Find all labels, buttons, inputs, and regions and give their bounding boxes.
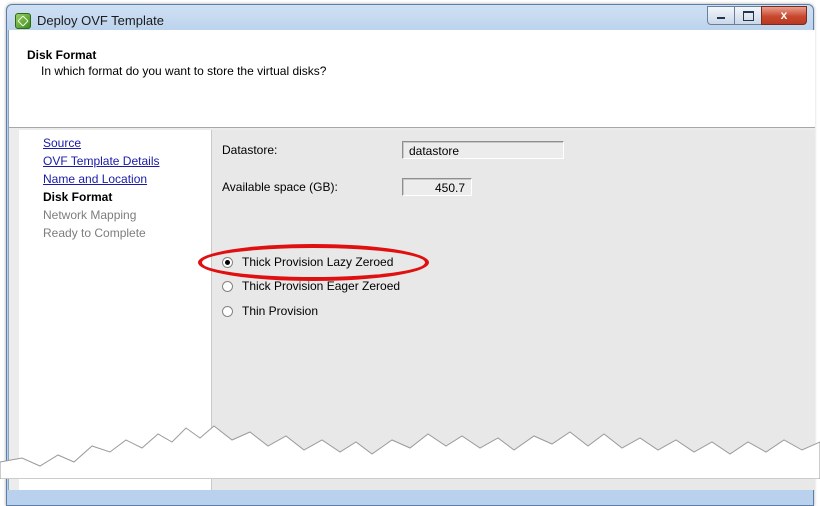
- available-space-field: 450.7: [402, 178, 472, 196]
- wizard-header: Disk Format In which format do you want …: [9, 30, 815, 128]
- vsphere-app-icon: [15, 13, 31, 29]
- page-title: Disk Format: [27, 48, 97, 62]
- datastore-label: Datastore:: [222, 143, 278, 157]
- nav-step-disk-format: Disk Format: [43, 190, 113, 204]
- radio-unselected-icon: [222, 280, 233, 292]
- nav-step-name-and-location[interactable]: Name and Location: [43, 172, 147, 186]
- wizard-steps-nav: Source OVF Template Details Name and Loc…: [19, 130, 212, 490]
- highlight-ellipse: [198, 244, 429, 281]
- window-title: Deploy OVF Template: [37, 13, 164, 28]
- available-space-label: Available space (GB):: [222, 180, 338, 194]
- radio-thin-provision[interactable]: Thin Provision: [222, 303, 318, 319]
- radio-label: Thin Provision: [242, 304, 319, 318]
- minimize-button[interactable]: [707, 6, 735, 25]
- window-controls: x: [707, 6, 807, 25]
- nav-step-ovf-template-details[interactable]: OVF Template Details: [43, 154, 160, 168]
- close-button[interactable]: x: [761, 6, 807, 25]
- minimize-icon: [717, 17, 725, 19]
- nav-step-ready-to-complete: Ready to Complete: [43, 226, 146, 240]
- maximize-icon: [743, 11, 754, 21]
- page-subtitle: In which format do you want to store the…: [41, 64, 327, 78]
- radio-label: Thick Provision Eager Zeroed: [242, 279, 401, 293]
- datastore-field: datastore: [402, 141, 564, 159]
- maximize-button[interactable]: [734, 6, 762, 25]
- nav-step-source[interactable]: Source: [43, 136, 81, 150]
- radio-unselected-icon: [222, 305, 233, 317]
- nav-step-network-mapping: Network Mapping: [43, 208, 137, 222]
- close-icon: x: [780, 8, 788, 22]
